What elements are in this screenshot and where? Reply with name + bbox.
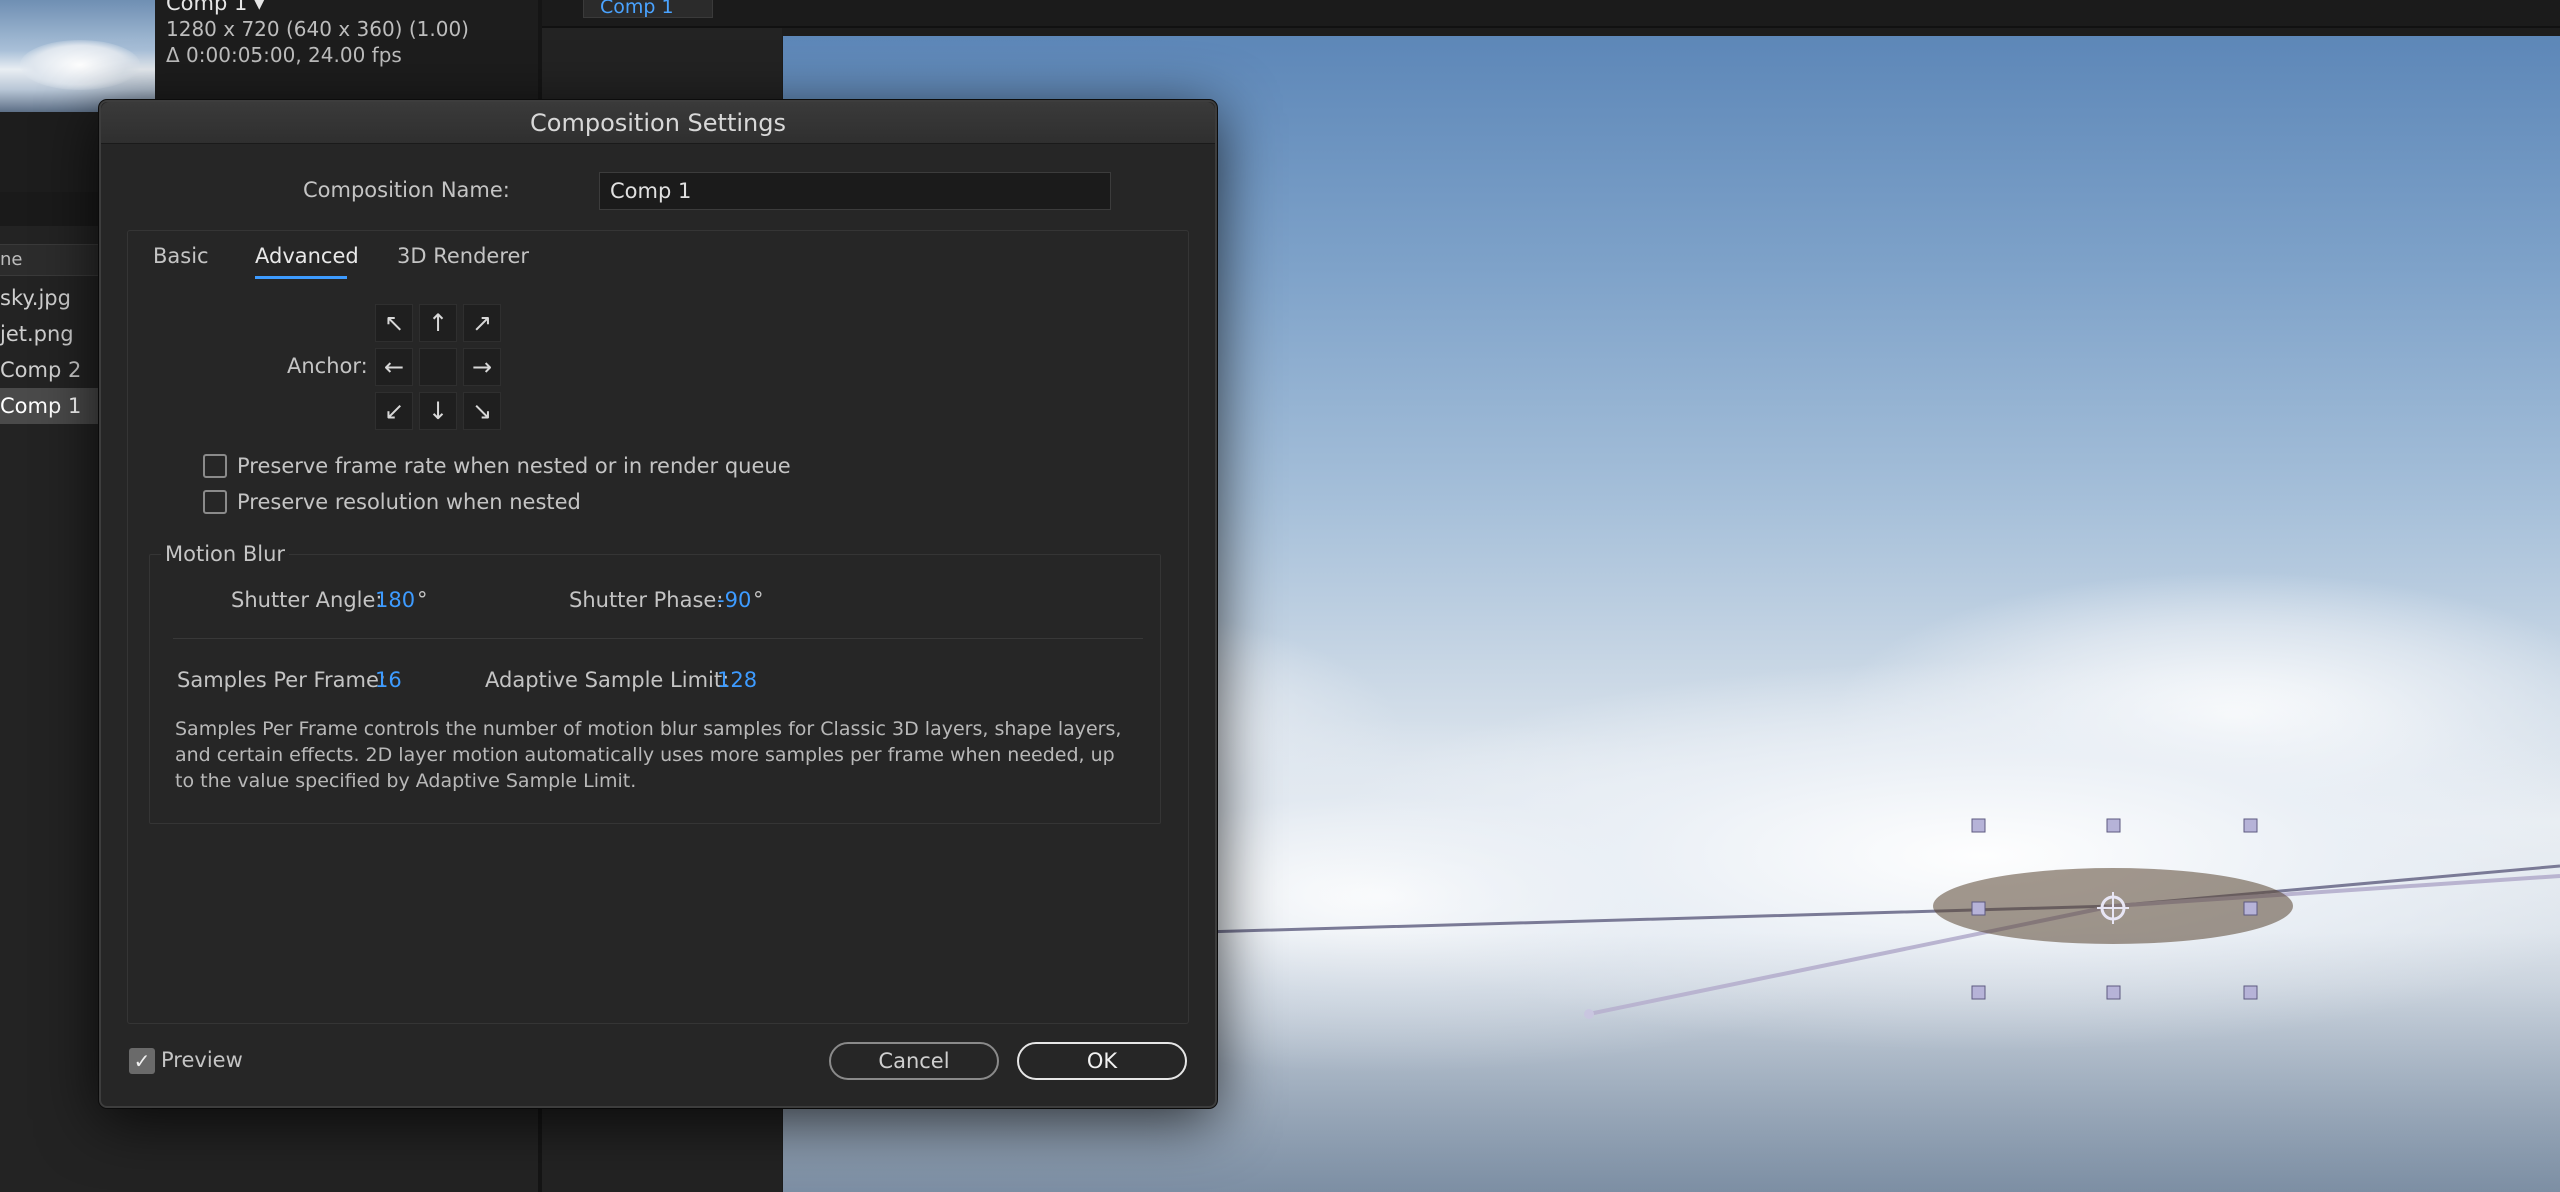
tangent-handle[interactable] xyxy=(1584,1009,1594,1019)
anchor-bottom-left-button[interactable]: ↙ xyxy=(375,392,413,430)
comp-duration: Δ 0:00:05:00, 24.00 fps xyxy=(166,43,402,67)
shutter-phase-value[interactable]: -90 xyxy=(717,588,751,612)
preserve-frame-rate-label: Preserve frame rate when nested or in re… xyxy=(237,454,791,478)
viewer-tab-bar xyxy=(542,0,2560,28)
motion-blur-description: Samples Per Frame controls the number of… xyxy=(175,718,1122,792)
cancel-button[interactable]: Cancel xyxy=(829,1042,999,1080)
shutter-angle-label: Shutter Angle: xyxy=(231,588,383,612)
active-tab-indicator xyxy=(255,276,347,279)
tab-comp-viewer[interactable]: Comp 1 xyxy=(583,0,713,18)
anchor-bottom-button[interactable]: ↓ xyxy=(419,392,457,430)
composition-settings-dialog: Composition Settings Composition Name: B… xyxy=(99,100,1217,1108)
project-thumbnail xyxy=(0,0,155,112)
composition-name-label: Composition Name: xyxy=(303,178,510,202)
comp-resolution: 1280 x 720 (640 x 360) (1.00) xyxy=(166,17,469,41)
anchor-label: Anchor: xyxy=(287,354,368,378)
samples-per-frame-label: Samples Per Frame: xyxy=(177,668,387,692)
preserve-resolution-checkbox[interactable] xyxy=(203,490,227,514)
shutter-phase-unit: ° xyxy=(753,588,764,612)
anchor-top-button[interactable]: ↑ xyxy=(419,304,457,342)
preview-label: Preview xyxy=(161,1048,243,1072)
anchor-top-right-button[interactable]: ↗ xyxy=(463,304,501,342)
preview-checkbox[interactable]: ✓ xyxy=(129,1048,155,1074)
preserve-frame-rate-checkbox[interactable] xyxy=(203,454,227,478)
shutter-phase-label: Shutter Phase: xyxy=(569,588,724,612)
comp-name-dropdown[interactable]: Comp 1 ▾ xyxy=(166,0,536,16)
anchor-top-left-button[interactable]: ↖ xyxy=(375,304,413,342)
shutter-angle-unit: ° xyxy=(417,588,428,612)
motion-blur-divider xyxy=(173,638,1143,639)
anchor-center-button[interactable] xyxy=(419,348,457,386)
dialog-title: Composition Settings xyxy=(101,102,1215,144)
project-info: Comp 1 ▾ 1280 x 720 (640 x 360) (1.00) Δ… xyxy=(166,0,536,112)
motion-blur-title: Motion Blur xyxy=(161,542,290,566)
ok-button[interactable]: OK xyxy=(1017,1042,1187,1080)
shutter-angle-value[interactable]: 180 xyxy=(375,588,415,612)
adaptive-sample-limit-value[interactable]: 128 xyxy=(717,668,757,692)
preserve-resolution-label: Preserve resolution when nested xyxy=(237,490,581,514)
project-item-selected[interactable]: Comp 1 xyxy=(0,388,98,424)
tab-basic[interactable]: Basic xyxy=(153,244,209,268)
anchor-bottom-right-button[interactable]: ↘ xyxy=(463,392,501,430)
tab-advanced[interactable]: Advanced xyxy=(255,244,359,268)
anchor-right-button[interactable]: → xyxy=(463,348,501,386)
adaptive-sample-limit-label: Adaptive Sample Limit: xyxy=(485,668,730,692)
anchor-left-button[interactable]: ← xyxy=(375,348,413,386)
composition-name-input[interactable] xyxy=(599,172,1111,210)
samples-per-frame-value[interactable]: 16 xyxy=(375,668,402,692)
tab-3d-renderer[interactable]: 3D Renderer xyxy=(397,244,529,268)
